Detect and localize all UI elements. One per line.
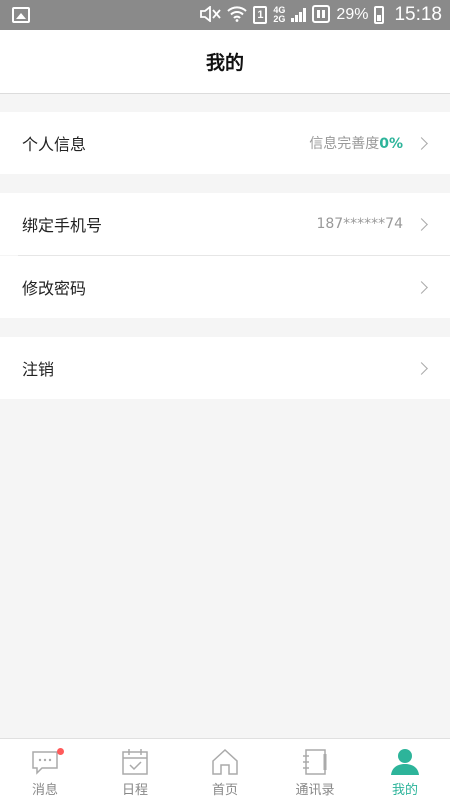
bottom-tab-bar: 消息 日程 首页 通讯录 我的 <box>0 738 450 800</box>
chevron-right-icon <box>415 136 428 150</box>
completeness-value: 信息完善度0% <box>309 133 403 153</box>
gallery-icon <box>12 7 30 23</box>
tab-mine[interactable]: 我的 <box>360 739 450 800</box>
tab-messages[interactable]: 消息 <box>0 739 90 800</box>
change-password-row[interactable]: 修改密码 <box>0 256 450 318</box>
bind-phone-row[interactable]: 绑定手机号 187******74 <box>0 193 450 255</box>
tab-contacts-label: 通讯录 <box>295 783 335 798</box>
network-type: 4G 2G <box>273 6 285 24</box>
personal-info-label: 个人信息 <box>22 135 87 154</box>
bind-phone-label: 绑定手机号 <box>22 216 103 235</box>
completeness-label: 信息完善度 <box>309 136 380 152</box>
sim-indicator: 1 <box>253 6 268 24</box>
wifi-icon <box>227 5 248 25</box>
chevron-right-icon <box>415 361 428 375</box>
tab-home[interactable]: 首页 <box>180 739 270 800</box>
network-2g-label: 2G <box>273 14 286 24</box>
chevron-right-icon <box>415 280 428 294</box>
tab-contacts[interactable]: 通讯录 <box>270 739 360 800</box>
tab-schedule[interactable]: 日程 <box>90 739 180 800</box>
page-title: 我的 <box>205 52 244 74</box>
logout-row[interactable]: 注销 <box>0 337 450 399</box>
clock: 15:18 <box>394 4 442 25</box>
chevron-right-icon <box>415 217 428 231</box>
tab-home-label: 首页 <box>211 783 238 798</box>
tab-mine-label: 我的 <box>391 783 418 798</box>
logout-label: 注销 <box>22 360 55 379</box>
calendar-icon <box>122 749 148 775</box>
completeness-percent: 0% <box>379 136 403 152</box>
page-header: 我的 <box>0 30 450 94</box>
mute-icon <box>199 4 222 25</box>
home-icon <box>212 748 238 775</box>
hd-voice-icon <box>312 4 331 26</box>
battery-icon <box>374 6 385 24</box>
tab-messages-label: 消息 <box>31 783 58 798</box>
signal-icon <box>291 8 307 22</box>
contacts-icon <box>303 749 327 775</box>
status-icons: 1 4G 2G 29% 15:18 <box>199 0 442 30</box>
status-bar: 1 4G 2G 29% 15:18 <box>0 0 450 30</box>
phone-number-value: 187******74 <box>316 216 403 232</box>
message-icon <box>32 751 58 775</box>
change-password-label: 修改密码 <box>22 279 87 298</box>
battery-percent: 29% <box>336 6 369 23</box>
personal-info-row[interactable]: 个人信息 信息完善度0% <box>0 112 450 174</box>
profile-icon <box>391 749 419 775</box>
unread-badge <box>57 748 64 755</box>
tab-schedule-label: 日程 <box>121 783 148 798</box>
